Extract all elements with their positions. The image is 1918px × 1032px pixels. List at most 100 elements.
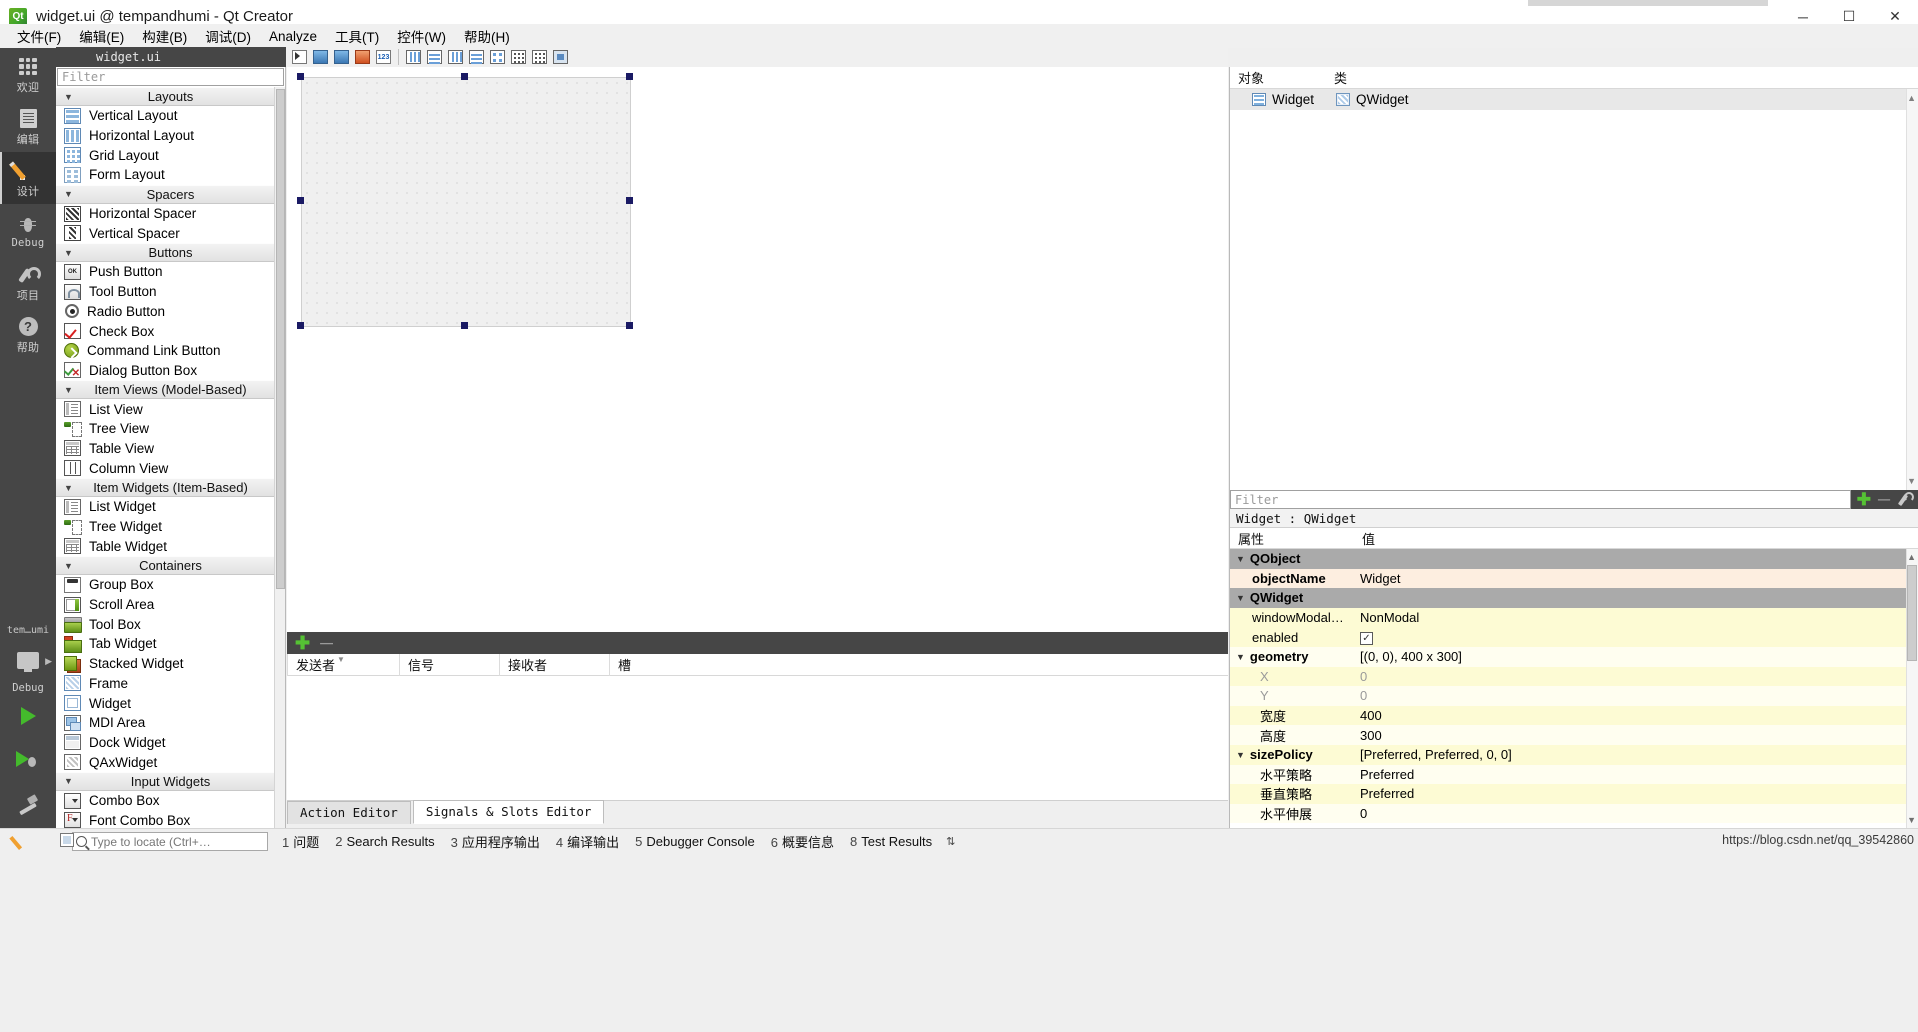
widget-item-tab-widget[interactable]: Tab Widget — [56, 634, 285, 654]
layout-splitter-v-button[interactable] — [467, 48, 486, 66]
output-pane-application-output[interactable]: 3 应用程序输出 — [443, 830, 548, 853]
widget-box-filter-input[interactable]: Filter — [57, 68, 284, 86]
widget-item-dock-widget[interactable]: Dock Widget — [56, 733, 285, 753]
layout-splitter-h-button[interactable] — [446, 48, 465, 66]
property-value[interactable]: 0 — [1354, 806, 1918, 821]
mode-design[interactable]: 设计 — [0, 152, 56, 204]
add-connection-button[interactable]: ✚ — [295, 634, 310, 652]
chevron-up-icon[interactable]: ▲ — [1907, 93, 1916, 103]
edit-tab-order-button[interactable] — [353, 48, 372, 66]
property-value[interactable]: 300 — [1354, 728, 1918, 743]
kit-selector-button[interactable]: ▶ — [0, 638, 56, 682]
scrollbar-thumb[interactable] — [276, 89, 285, 589]
widget-item-stacked-widget[interactable]: Stacked Widget — [56, 654, 285, 674]
widget-item-frame[interactable]: Frame — [56, 674, 285, 694]
output-pane-debugger-console[interactable]: 5 Debugger Console — [627, 832, 763, 851]
widget-item-horizontal-spacer[interactable]: Horizontal Spacer — [56, 204, 285, 224]
column-value[interactable]: 值 — [1354, 529, 1375, 548]
column-class[interactable]: 类 — [1326, 68, 1347, 87]
menu-analyze[interactable]: Analyze — [260, 26, 326, 47]
property-row-vertical-policy[interactable]: 垂直策略 Preferred — [1230, 784, 1918, 804]
widget-item-table-widget[interactable]: Table Widget — [56, 536, 285, 556]
property-value[interactable]: [(0, 0), 400 x 300] — [1354, 649, 1918, 664]
property-editor-rows[interactable]: ▼ QObject objectName Widget ▼ QWidget wind… — [1230, 549, 1918, 828]
build-button[interactable] — [0, 782, 56, 826]
edit-signals-slots-button[interactable] — [311, 48, 330, 66]
property-value[interactable]: NonModal — [1354, 610, 1918, 625]
widget-item-grid-layout[interactable]: Grid Layout — [56, 145, 285, 165]
layout-horizontally-button[interactable] — [404, 48, 423, 66]
menu-widgets[interactable]: 控件(W) — [388, 23, 455, 49]
output-pane-nav-icon[interactable]: ⇅ — [940, 835, 961, 848]
widget-box-list[interactable]: ▼ Layouts Vertical Layout Horizontal Lay… — [56, 87, 285, 828]
widget-category-layouts[interactable]: ▼ Layouts — [56, 87, 285, 106]
widget-item-radio-button[interactable]: Radio Button — [56, 302, 285, 322]
mode-projects[interactable]: 项目 — [0, 256, 56, 308]
widget-item-tool-button[interactable]: Tool Button — [56, 282, 285, 302]
property-row-geometry[interactable]: ▼ geometry [(0, 0), 400 x 300] — [1230, 646, 1918, 667]
widget-item-list-widget[interactable]: List Widget — [56, 497, 285, 517]
widget-item-font-combo-box[interactable]: Font Combo Box — [56, 811, 285, 828]
resize-handle-left[interactable] — [297, 197, 304, 204]
widget-item-tool-box[interactable]: Tool Box — [56, 614, 285, 634]
property-filter-input[interactable]: Filter — [1230, 490, 1851, 509]
menu-edit[interactable]: 编辑(E) — [70, 23, 133, 49]
layout-in-form-button[interactable] — [488, 48, 507, 66]
resize-handle-top-right[interactable] — [626, 73, 633, 80]
widget-item-tree-widget[interactable]: Tree Widget — [56, 517, 285, 537]
property-row-sizepolicy[interactable]: ▼ sizePolicy [Preferred, Preferred, 0, 0] — [1230, 744, 1918, 765]
widget-item-widget[interactable]: Widget — [56, 693, 285, 713]
output-pane-test-results[interactable]: 8 Test Results — [842, 832, 940, 851]
property-value[interactable]: Preferred — [1354, 786, 1918, 801]
property-row-geometry-y[interactable]: Y 0 — [1230, 686, 1918, 706]
property-row-objectname[interactable]: objectName Widget — [1230, 568, 1918, 589]
menu-tools[interactable]: 工具(T) — [326, 23, 388, 49]
widget-item-combo-box[interactable]: Combo Box — [56, 791, 285, 811]
widget-category-spacers[interactable]: ▼ Spacers — [56, 184, 285, 204]
form-canvas[interactable] — [287, 67, 1228, 632]
chevron-down-icon[interactable]: ▼ — [1907, 815, 1916, 825]
mode-welcome[interactable]: 欢迎 — [0, 48, 56, 100]
widget-item-scroll-area[interactable]: Scroll Area — [56, 595, 285, 615]
widget-item-mdi-area[interactable]: MDI Area — [56, 713, 285, 733]
signals-slots-rows[interactable] — [287, 676, 1228, 800]
widget-item-column-view[interactable]: Column View — [56, 458, 285, 478]
resize-handle-top[interactable] — [461, 73, 468, 80]
widget-item-vertical-spacer[interactable]: Vertical Spacer — [56, 223, 285, 243]
adjust-size-button[interactable] — [551, 48, 570, 66]
open-document-name[interactable]: widget.ui — [56, 50, 161, 64]
tab-signals-slots-editor[interactable]: Signals & Slots Editor — [412, 800, 605, 824]
mode-debug[interactable]: Debug — [0, 204, 56, 256]
scrollbar-thumb[interactable] — [1907, 565, 1917, 661]
layout-vertically-button[interactable] — [425, 48, 444, 66]
column-receiver[interactable]: 接收者 — [499, 653, 609, 676]
output-pane-toggle-icon[interactable] — [60, 833, 74, 847]
break-layout-button[interactable] — [530, 48, 549, 66]
menu-build[interactable]: 构建(B) — [133, 23, 196, 49]
widget-item-table-view[interactable]: Table View — [56, 439, 285, 459]
menu-help[interactable]: 帮助(H) — [455, 23, 519, 49]
object-inspector-row[interactable]: Widget QWidget — [1230, 89, 1918, 110]
resize-handle-right[interactable] — [626, 197, 633, 204]
widget-category-input-widgets[interactable]: ▼ Input Widgets — [56, 771, 285, 791]
property-value[interactable]: Widget — [1354, 571, 1918, 586]
property-group-qwidget[interactable]: ▼ QWidget — [1230, 588, 1918, 608]
property-row-horizontal-policy[interactable]: 水平策略 Preferred — [1230, 764, 1918, 785]
locator-input[interactable]: Type to locate (Ctrl+… — [72, 832, 268, 851]
chevron-up-icon[interactable]: ▲ — [1907, 552, 1916, 562]
widget-category-item-widgets[interactable]: ▼ Item Widgets (Item-Based) — [56, 478, 285, 497]
widget-item-vertical-layout[interactable]: Vertical Layout — [56, 106, 285, 126]
widget-item-form-layout[interactable]: Form Layout — [56, 165, 285, 185]
form-widget-surface[interactable] — [301, 77, 631, 327]
output-pane-search-results[interactable]: 2 Search Results — [327, 832, 442, 851]
property-row-geometry-x[interactable]: X 0 — [1230, 666, 1918, 687]
menu-debug[interactable]: 调试(D) — [196, 23, 260, 49]
layout-in-grid-button[interactable] — [509, 48, 528, 66]
edit-buddies-button[interactable] — [332, 48, 351, 66]
widget-item-horizontal-layout[interactable]: Horizontal Layout — [56, 126, 285, 146]
property-row-enabled[interactable]: enabled ✓ — [1230, 627, 1918, 647]
output-pane-compile-output[interactable]: 4 编译输出 — [548, 830, 627, 853]
resize-handle-bottom-right[interactable] — [626, 322, 633, 329]
property-row-windowmodality[interactable]: windowModal… NonModal — [1230, 607, 1918, 628]
widget-item-push-button[interactable]: Push Button — [56, 262, 285, 282]
